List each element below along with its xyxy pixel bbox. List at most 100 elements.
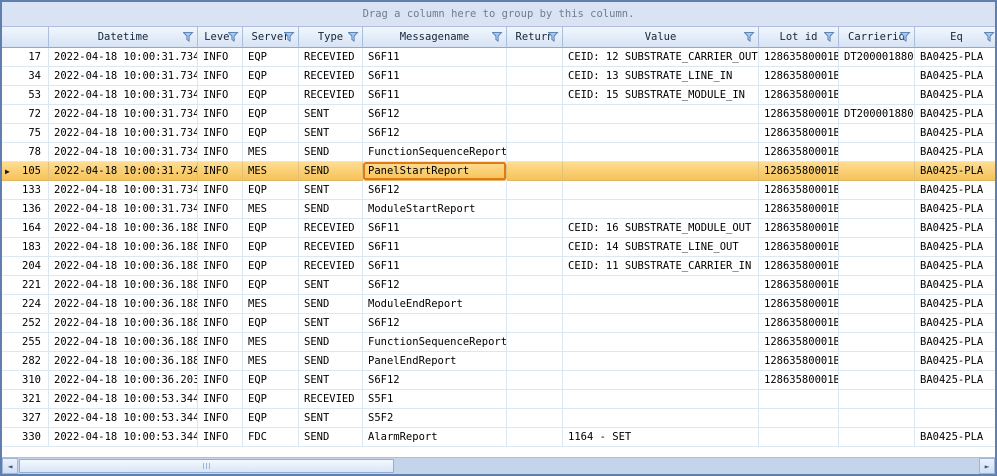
cell-row-number[interactable]: 34 [2, 67, 49, 86]
cell-type[interactable]: SENT [299, 314, 363, 333]
cell-row-number[interactable]: 78 [2, 143, 49, 162]
table-row[interactable]: 342022-04-18 10:00:31.734INFOEQPRECEVIED… [2, 67, 995, 86]
table-row[interactable]: 1642022-04-18 10:00:36.188INFOEQPRECEVIE… [2, 219, 995, 238]
cell-return[interactable] [507, 238, 563, 257]
cell-eq[interactable]: BA0425-PLA [915, 257, 995, 276]
cell-carrierid[interactable] [839, 276, 915, 295]
horizontal-scrollbar[interactable]: ◄ ► [2, 457, 995, 474]
cell-server[interactable]: EQP [243, 238, 299, 257]
filter-icon[interactable] [284, 32, 295, 42]
cell-datetime[interactable]: 2022-04-18 10:00:53.344 [49, 390, 198, 409]
cell-level[interactable]: INFO [198, 352, 243, 371]
cell-row-number[interactable]: 133 [2, 181, 49, 200]
filter-icon[interactable] [548, 32, 559, 42]
scroll-right-button[interactable]: ► [979, 458, 995, 474]
cell-value[interactable] [563, 124, 759, 143]
table-row[interactable]: 532022-04-18 10:00:31.734INFOEQPRECEVIED… [2, 86, 995, 105]
cell-carrierid[interactable] [839, 390, 915, 409]
cell-messagename[interactable]: S6F12 [363, 314, 507, 333]
cell-level[interactable]: INFO [198, 428, 243, 447]
cell-datetime[interactable]: 2022-04-18 10:00:36.188 [49, 276, 198, 295]
cell-value[interactable] [563, 333, 759, 352]
cell-value[interactable] [563, 143, 759, 162]
cell-server[interactable]: EQP [243, 390, 299, 409]
cell-row-number[interactable]: 224 [2, 295, 49, 314]
table-row[interactable]: 2242022-04-18 10:00:36.188INFOMESSENDMod… [2, 295, 995, 314]
cell-level[interactable]: INFO [198, 162, 243, 181]
cell-type[interactable]: SENT [299, 105, 363, 124]
cell-datetime[interactable]: 2022-04-18 10:00:36.188 [49, 352, 198, 371]
cell-row-number[interactable]: 53 [2, 86, 49, 105]
cell-value[interactable]: CEID: 16 SUBSTRATE_MODULE_OUT [563, 219, 759, 238]
cell-server[interactable]: EQP [243, 276, 299, 295]
filter-icon[interactable] [900, 32, 911, 42]
cell-value[interactable]: CEID: 15 SUBSTRATE_MODULE_IN [563, 86, 759, 105]
cell-server[interactable]: EQP [243, 409, 299, 428]
filter-icon[interactable] [228, 32, 239, 42]
cell-carrierid[interactable] [839, 200, 915, 219]
cell-lotid[interactable] [759, 409, 839, 428]
cell-datetime[interactable]: 2022-04-18 10:00:31.734 [49, 124, 198, 143]
cell-level[interactable]: INFO [198, 86, 243, 105]
cell-level[interactable]: INFO [198, 371, 243, 390]
cell-type[interactable]: RECEVIED [299, 219, 363, 238]
cell-type[interactable]: SENT [299, 181, 363, 200]
cell-row-number[interactable]: 321 [2, 390, 49, 409]
cell-row-number[interactable]: 204 [2, 257, 49, 276]
cell-level[interactable]: INFO [198, 124, 243, 143]
cell-datetime[interactable]: 2022-04-18 10:00:36.203 [49, 371, 198, 390]
cell-return[interactable] [507, 86, 563, 105]
cell-return[interactable] [507, 143, 563, 162]
column-header-server[interactable]: Server [243, 27, 299, 48]
cell-type[interactable]: RECEVIED [299, 257, 363, 276]
cell-value[interactable] [563, 409, 759, 428]
column-header-row-indicator[interactable] [2, 27, 49, 48]
cell-level[interactable]: INFO [198, 238, 243, 257]
cell-return[interactable] [507, 162, 563, 181]
cell-lotid[interactable]: 12863580001B [759, 333, 839, 352]
cell-eq[interactable]: BA0425-PLA [915, 352, 995, 371]
cell-messagename[interactable]: S6F12 [363, 124, 507, 143]
cell-level[interactable]: INFO [198, 390, 243, 409]
scrollbar-thumb[interactable] [19, 459, 394, 473]
scrollbar-track[interactable] [18, 458, 979, 474]
cell-eq[interactable]: BA0425-PLA [915, 86, 995, 105]
cell-return[interactable] [507, 295, 563, 314]
cell-server[interactable]: EQP [243, 219, 299, 238]
cell-datetime[interactable]: 2022-04-18 10:00:31.734 [49, 181, 198, 200]
cell-return[interactable] [507, 352, 563, 371]
column-header-level[interactable]: Level [198, 27, 243, 48]
cell-datetime[interactable]: 2022-04-18 10:00:31.734 [49, 67, 198, 86]
cell-lotid[interactable]: 12863580001B [759, 200, 839, 219]
cell-messagename[interactable]: S6F11 [363, 67, 507, 86]
cell-type[interactable]: SEND [299, 333, 363, 352]
cell-datetime[interactable]: 2022-04-18 10:00:31.734 [49, 162, 198, 181]
cell-carrierid[interactable] [839, 181, 915, 200]
cell-carrierid[interactable] [839, 333, 915, 352]
cell-lotid[interactable]: 12863580001B [759, 276, 839, 295]
cell-level[interactable]: INFO [198, 276, 243, 295]
cell-eq[interactable]: BA0425-PLA [915, 124, 995, 143]
table-row[interactable]: ▶1052022-04-18 10:00:31.734INFOMESSENDPa… [2, 162, 995, 181]
cell-messagename[interactable]: S6F11 [363, 86, 507, 105]
cell-level[interactable]: INFO [198, 181, 243, 200]
cell-type[interactable]: SEND [299, 352, 363, 371]
cell-carrierid[interactable] [839, 295, 915, 314]
cell-row-number[interactable]: 164 [2, 219, 49, 238]
cell-return[interactable] [507, 200, 563, 219]
cell-return[interactable] [507, 48, 563, 67]
cell-type[interactable]: SENT [299, 409, 363, 428]
cell-row-number[interactable]: 75 [2, 124, 49, 143]
column-header-eq[interactable]: Eq [915, 27, 997, 48]
cell-value[interactable] [563, 371, 759, 390]
cell-return[interactable] [507, 219, 563, 238]
cell-value[interactable]: 1164 - SET [563, 428, 759, 447]
cell-messagename[interactable]: ModuleEndReport [363, 295, 507, 314]
cell-messagename[interactable]: S6F12 [363, 276, 507, 295]
cell-server[interactable]: EQP [243, 314, 299, 333]
table-row[interactable]: 782022-04-18 10:00:31.734INFOMESSENDFunc… [2, 143, 995, 162]
cell-server[interactable]: EQP [243, 86, 299, 105]
cell-messagename[interactable]: AlarmReport [363, 428, 507, 447]
cell-row-number[interactable]: 327 [2, 409, 49, 428]
cell-carrierid[interactable] [839, 86, 915, 105]
